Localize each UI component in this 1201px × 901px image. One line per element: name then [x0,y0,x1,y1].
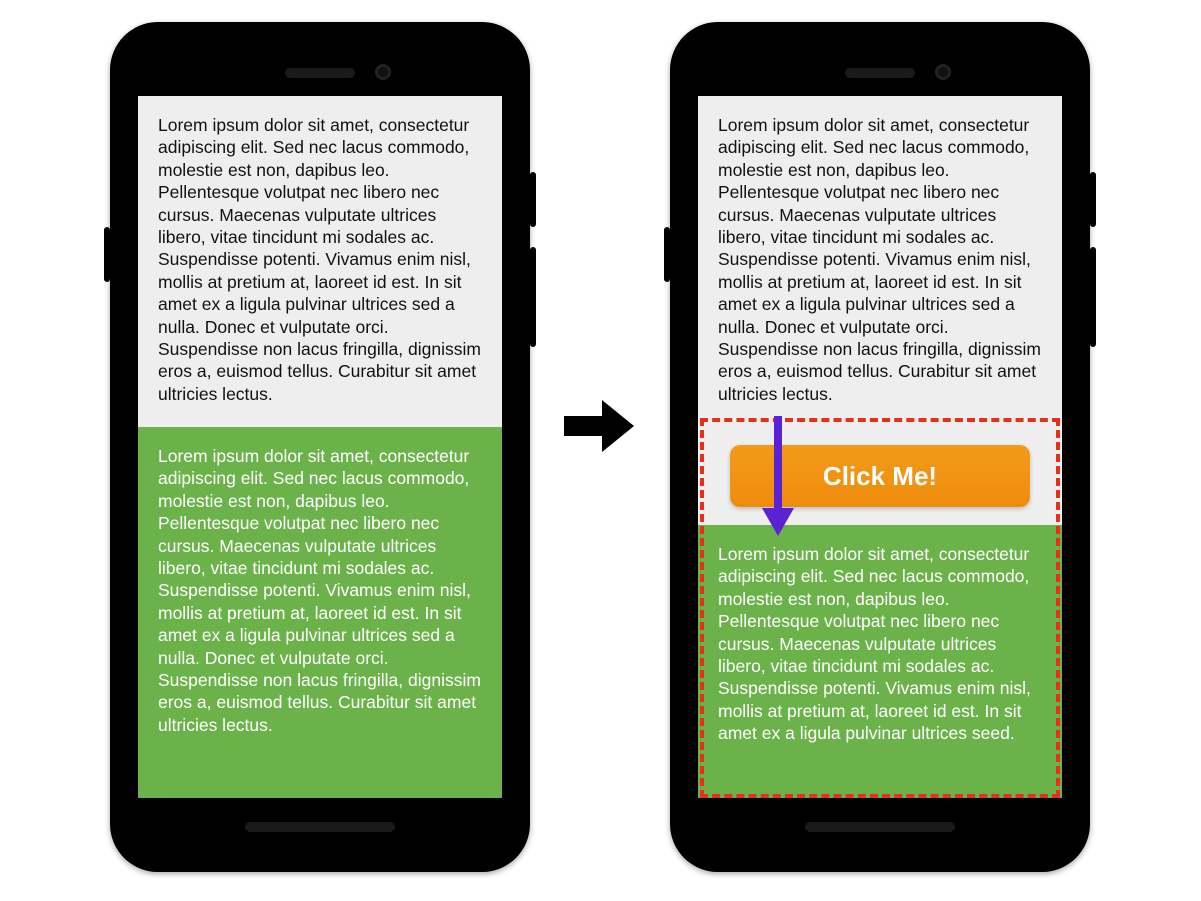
earpiece [845,68,915,78]
phone-before: Lorem ipsum dolor sit amet, consectetur … [110,22,530,872]
phone-side-button [1090,172,1096,227]
phone-side-button [664,227,670,282]
phone-side-button [530,247,536,347]
front-camera [375,64,391,80]
front-camera [935,64,951,80]
paragraph-top: Lorem ipsum dolor sit amet, consectetur … [698,96,1062,427]
paragraph-bottom-green: Lorem ipsum dolor sit amet, consectetur … [698,525,1062,798]
phone-screen-before: Lorem ipsum dolor sit amet, consectetur … [138,96,502,798]
phone-screen-after: Lorem ipsum dolor sit amet, consectetur … [698,96,1062,798]
phone-side-button [1090,247,1096,347]
inserted-ad-row: Click Me! [698,427,1062,525]
phone-bezel: Lorem ipsum dolor sit amet, consectetur … [684,36,1076,858]
transition-arrow-icon [564,400,634,452]
phone-after: Lorem ipsum dolor sit amet, consectetur … [670,22,1090,872]
phone-side-button [104,227,110,282]
paragraph-top: Lorem ipsum dolor sit amet, consectetur … [138,96,502,427]
phone-bezel: Lorem ipsum dolor sit amet, consectetur … [124,36,516,858]
diagram-canvas: Lorem ipsum dolor sit amet, consectetur … [0,0,1201,901]
paragraph-bottom-green: Lorem ipsum dolor sit amet, consectetur … [138,427,502,798]
bottom-speaker [805,822,955,832]
bottom-speaker [245,822,395,832]
phone-side-button [530,172,536,227]
earpiece [285,68,355,78]
click-me-button-label: Click Me! [823,461,937,492]
click-me-button[interactable]: Click Me! [730,445,1030,507]
